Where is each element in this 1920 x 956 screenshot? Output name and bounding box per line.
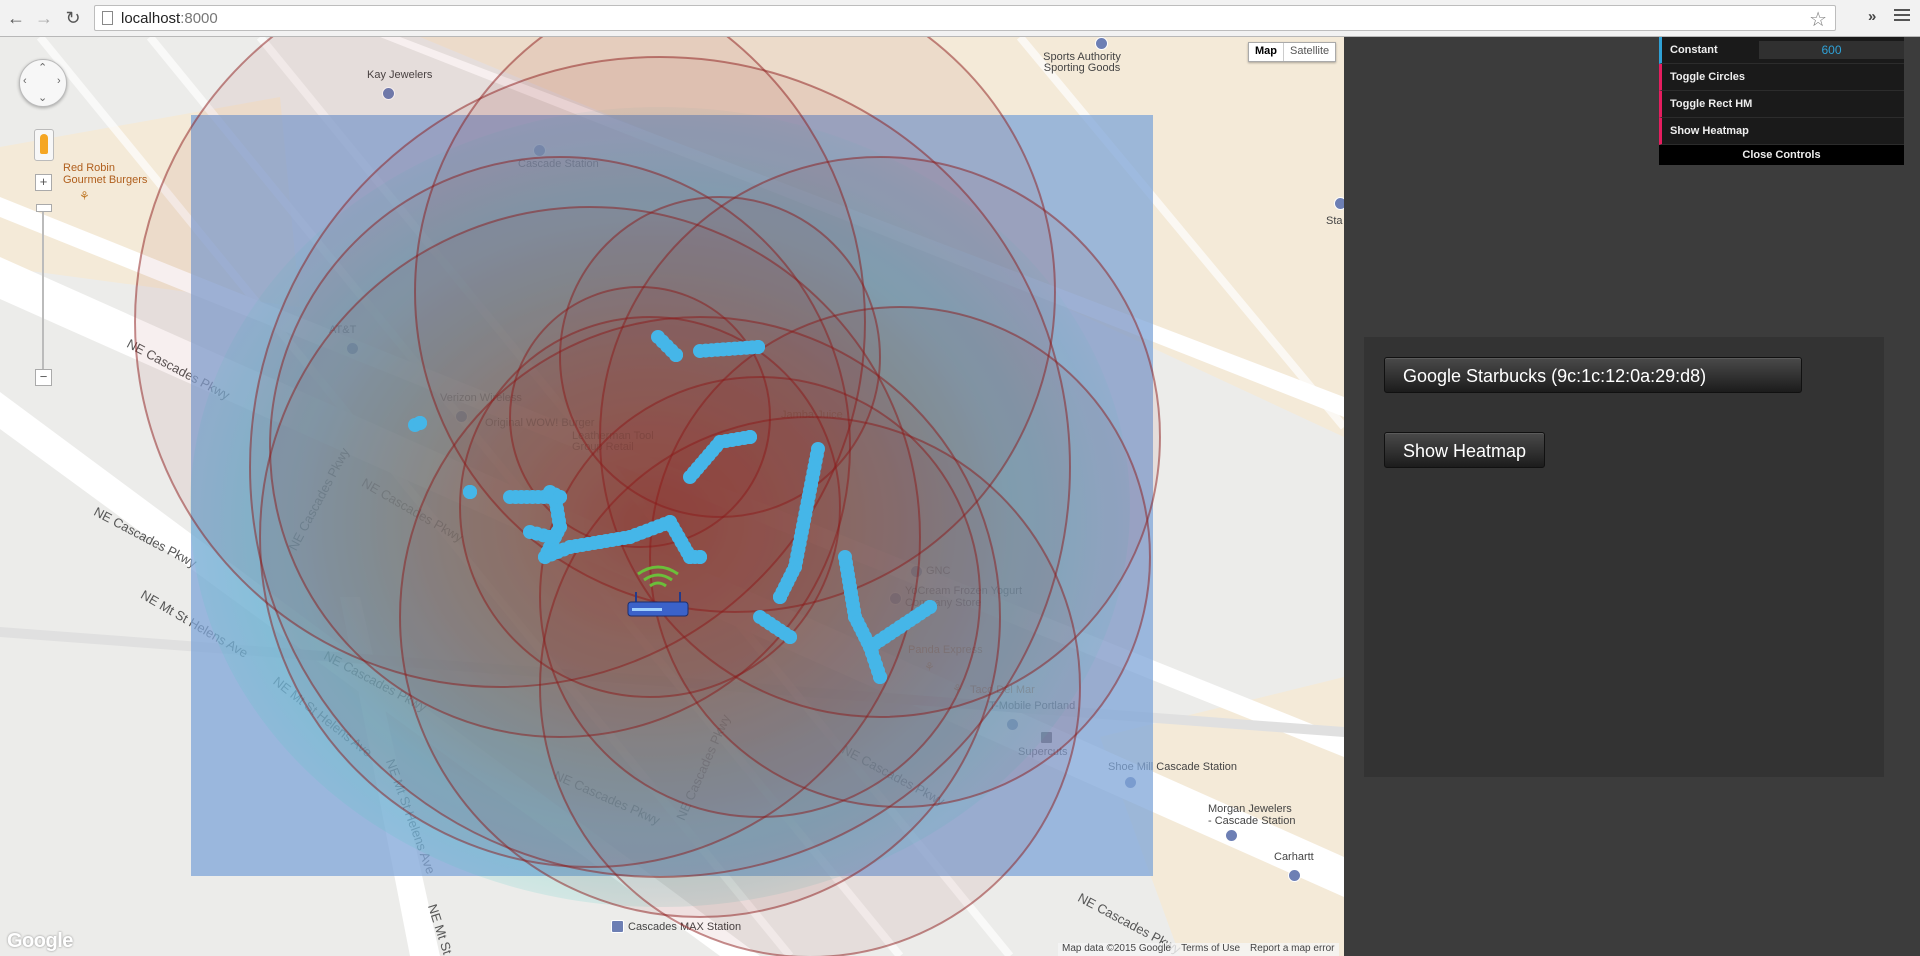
shopping-icon[interactable] xyxy=(1124,776,1137,789)
map-canvas[interactable]: NE Cascades Pkwy NE Cascades Pkwy NE Cas… xyxy=(0,37,1344,956)
poi-label[interactable]: Leatherman Tool Group Retail xyxy=(572,431,662,453)
pan-right-icon[interactable]: › xyxy=(57,75,61,87)
show-heatmap-label: Show Heatmap xyxy=(1670,125,1749,137)
show-heatmap-button[interactable]: Show Heatmap xyxy=(1384,432,1546,468)
info-panel: Google Starbucks (9c:1c:12:0a:29:d8) Sho… xyxy=(1364,337,1884,777)
street-view-pegman-icon[interactable] xyxy=(34,129,54,161)
transit-icon[interactable] xyxy=(611,920,624,933)
pan-control[interactable]: ⌃ ⌄ ‹ › xyxy=(19,59,67,107)
shopping-icon[interactable] xyxy=(1006,718,1019,731)
map-type-satellite-button[interactable]: Satellite xyxy=(1284,43,1335,61)
url-text[interactable]: localhost:8000 xyxy=(121,10,218,27)
menu-icon[interactable] xyxy=(1894,7,1910,23)
shopping-icon[interactable] xyxy=(1225,829,1238,842)
reload-icon[interactable]: ↻ xyxy=(63,8,83,28)
restaurant-icon[interactable]: ⚘ xyxy=(79,189,90,203)
poi-label[interactable]: YoCream Frozen Yogurt Company Store xyxy=(905,585,1025,609)
close-controls-button[interactable]: Close Controls xyxy=(1659,145,1904,165)
shopping-icon[interactable] xyxy=(1334,197,1344,210)
network-button[interactable]: Google Starbucks (9c:1c:12:0a:29:d8) xyxy=(1384,357,1802,393)
controls-panel: Constant 600 Toggle Circles Toggle Rect … xyxy=(1659,37,1904,165)
poi-label[interactable]: GNC xyxy=(926,565,950,577)
map-type-map-button[interactable]: Map xyxy=(1249,43,1284,61)
zoom-in-button[interactable]: + xyxy=(35,174,52,191)
poi-label[interactable]: Panda Express xyxy=(908,644,983,656)
restaurant-icon[interactable]: ⚘ xyxy=(924,660,935,674)
map-data-text: Map data ©2015 Google xyxy=(1062,943,1172,954)
report-map-error-link[interactable]: Report a map error xyxy=(1250,943,1334,956)
browser-toolbar: ← → ↻ localhost:8000 ☆ » xyxy=(0,0,1920,37)
address-bar[interactable]: localhost:8000 ☆ xyxy=(94,5,1836,31)
shopping-icon[interactable] xyxy=(1040,731,1053,744)
poi-label[interactable]: T-Mobile Portland xyxy=(989,700,1075,712)
terms-of-use-link[interactable]: Terms of Use xyxy=(1181,943,1240,956)
shopping-icon[interactable] xyxy=(1095,37,1108,50)
constant-input[interactable]: 600 xyxy=(1759,41,1904,59)
google-logo[interactable]: Google xyxy=(7,930,73,953)
shopping-icon[interactable] xyxy=(455,410,468,423)
extensions-chevron-icon[interactable]: » xyxy=(1868,8,1876,25)
bookmark-star-icon[interactable]: ☆ xyxy=(1809,7,1827,32)
pan-up-icon[interactable]: ⌃ xyxy=(38,61,47,74)
poi-label[interactable]: Supercuts xyxy=(1018,746,1068,758)
shopping-icon[interactable] xyxy=(382,87,395,100)
shopping-icon[interactable] xyxy=(533,144,546,157)
shopping-icon[interactable] xyxy=(1288,869,1301,882)
map-attribution: Map data ©2015 Google Terms of Use Repor… xyxy=(1058,943,1339,956)
poi-label[interactable]: Kay Jewelers xyxy=(367,69,432,81)
poi-label[interactable]: Original WOW! Burger xyxy=(485,417,594,429)
poi-label[interactable]: Taco Del Mar xyxy=(970,684,1035,696)
map-base-layer xyxy=(0,37,1344,956)
restaurant-icon[interactable]: ⚘ xyxy=(952,682,963,696)
shopping-icon[interactable] xyxy=(346,342,359,355)
show-heatmap-control-button[interactable]: Show Heatmap xyxy=(1659,118,1904,145)
poi-label[interactable]: Verizon Wireless xyxy=(440,392,522,404)
toggle-circles-label: Toggle Circles xyxy=(1670,71,1745,83)
pan-left-icon[interactable]: ‹ xyxy=(23,75,27,87)
zoom-slider-thumb[interactable] xyxy=(36,204,52,212)
poi-label[interactable]: Cascades MAX Station xyxy=(628,921,741,933)
poi-label[interactable]: Morgan Jewelers - Cascade Station xyxy=(1208,803,1298,827)
poi-label[interactable]: Shoe Mill Cascade Station xyxy=(1108,761,1237,773)
poi-label[interactable]: Jamba Juice xyxy=(781,409,843,421)
toggle-circles-button[interactable]: Toggle Circles xyxy=(1659,64,1904,91)
poi-label[interactable]: Cascade Station xyxy=(518,158,599,170)
poi-label[interactable]: Carhartt xyxy=(1274,851,1314,863)
shopping-icon[interactable] xyxy=(889,592,902,605)
constant-label: Constant xyxy=(1670,44,1718,56)
toggle-rect-hm-button[interactable]: Toggle Rect HM xyxy=(1659,91,1904,118)
pan-down-icon[interactable]: ⌄ xyxy=(38,91,47,104)
page-icon xyxy=(102,11,113,25)
poi-label[interactable]: Red Robin Gourmet Burgers xyxy=(63,162,155,186)
toggle-rect-hm-label: Toggle Rect HM xyxy=(1670,98,1753,110)
back-arrow-icon[interactable]: ← xyxy=(6,8,26,28)
poi-label[interactable]: AT&T xyxy=(329,324,356,336)
zoom-out-button[interactable]: − xyxy=(35,369,52,386)
constant-control: Constant 600 xyxy=(1659,37,1904,64)
forward-arrow-icon[interactable]: → xyxy=(34,8,54,28)
poi-label[interactable]: Sports Authority Sporting Goods xyxy=(1041,52,1123,74)
map-type-control: Map Satellite xyxy=(1248,42,1337,62)
poi-label[interactable]: Sta xyxy=(1326,215,1343,227)
zoom-slider-track[interactable] xyxy=(42,208,44,376)
shopping-icon[interactable] xyxy=(910,565,923,578)
